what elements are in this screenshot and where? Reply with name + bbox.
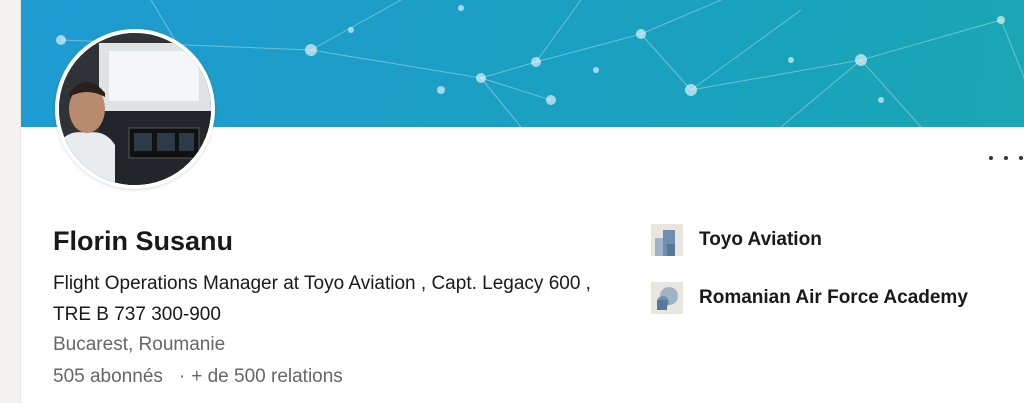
education-school[interactable]: Romanian Air Force Academy	[651, 282, 968, 314]
profile-name: Florin Susanu	[53, 226, 234, 256]
school-name: Romanian Air Force Academy	[699, 287, 968, 308]
school-logo-icon	[651, 282, 683, 314]
profile-stats: 505 abonnés · + de 500 relations	[53, 366, 343, 388]
avatar-photo	[59, 33, 211, 185]
stats-separator: ·	[178, 366, 186, 387]
company-name: Toyo Aviation	[699, 229, 822, 250]
followers-count[interactable]: 505 abonnés	[53, 366, 163, 387]
connections-count[interactable]: + de 500 relations	[191, 366, 343, 387]
profile-avatar[interactable]	[55, 29, 215, 189]
more-options-button[interactable]	[989, 146, 1023, 170]
company-logo-icon	[651, 224, 683, 256]
profile-location: Bucarest, Roumanie	[53, 334, 226, 355]
experience-company[interactable]: Toyo Aviation	[651, 224, 822, 256]
profile-headline: Flight Operations Manager at Toyo Aviati…	[53, 273, 591, 325]
profile-card: Florin Susanu Flight Operations Manager …	[20, 0, 1024, 403]
more-horizontal-icon	[989, 156, 993, 160]
